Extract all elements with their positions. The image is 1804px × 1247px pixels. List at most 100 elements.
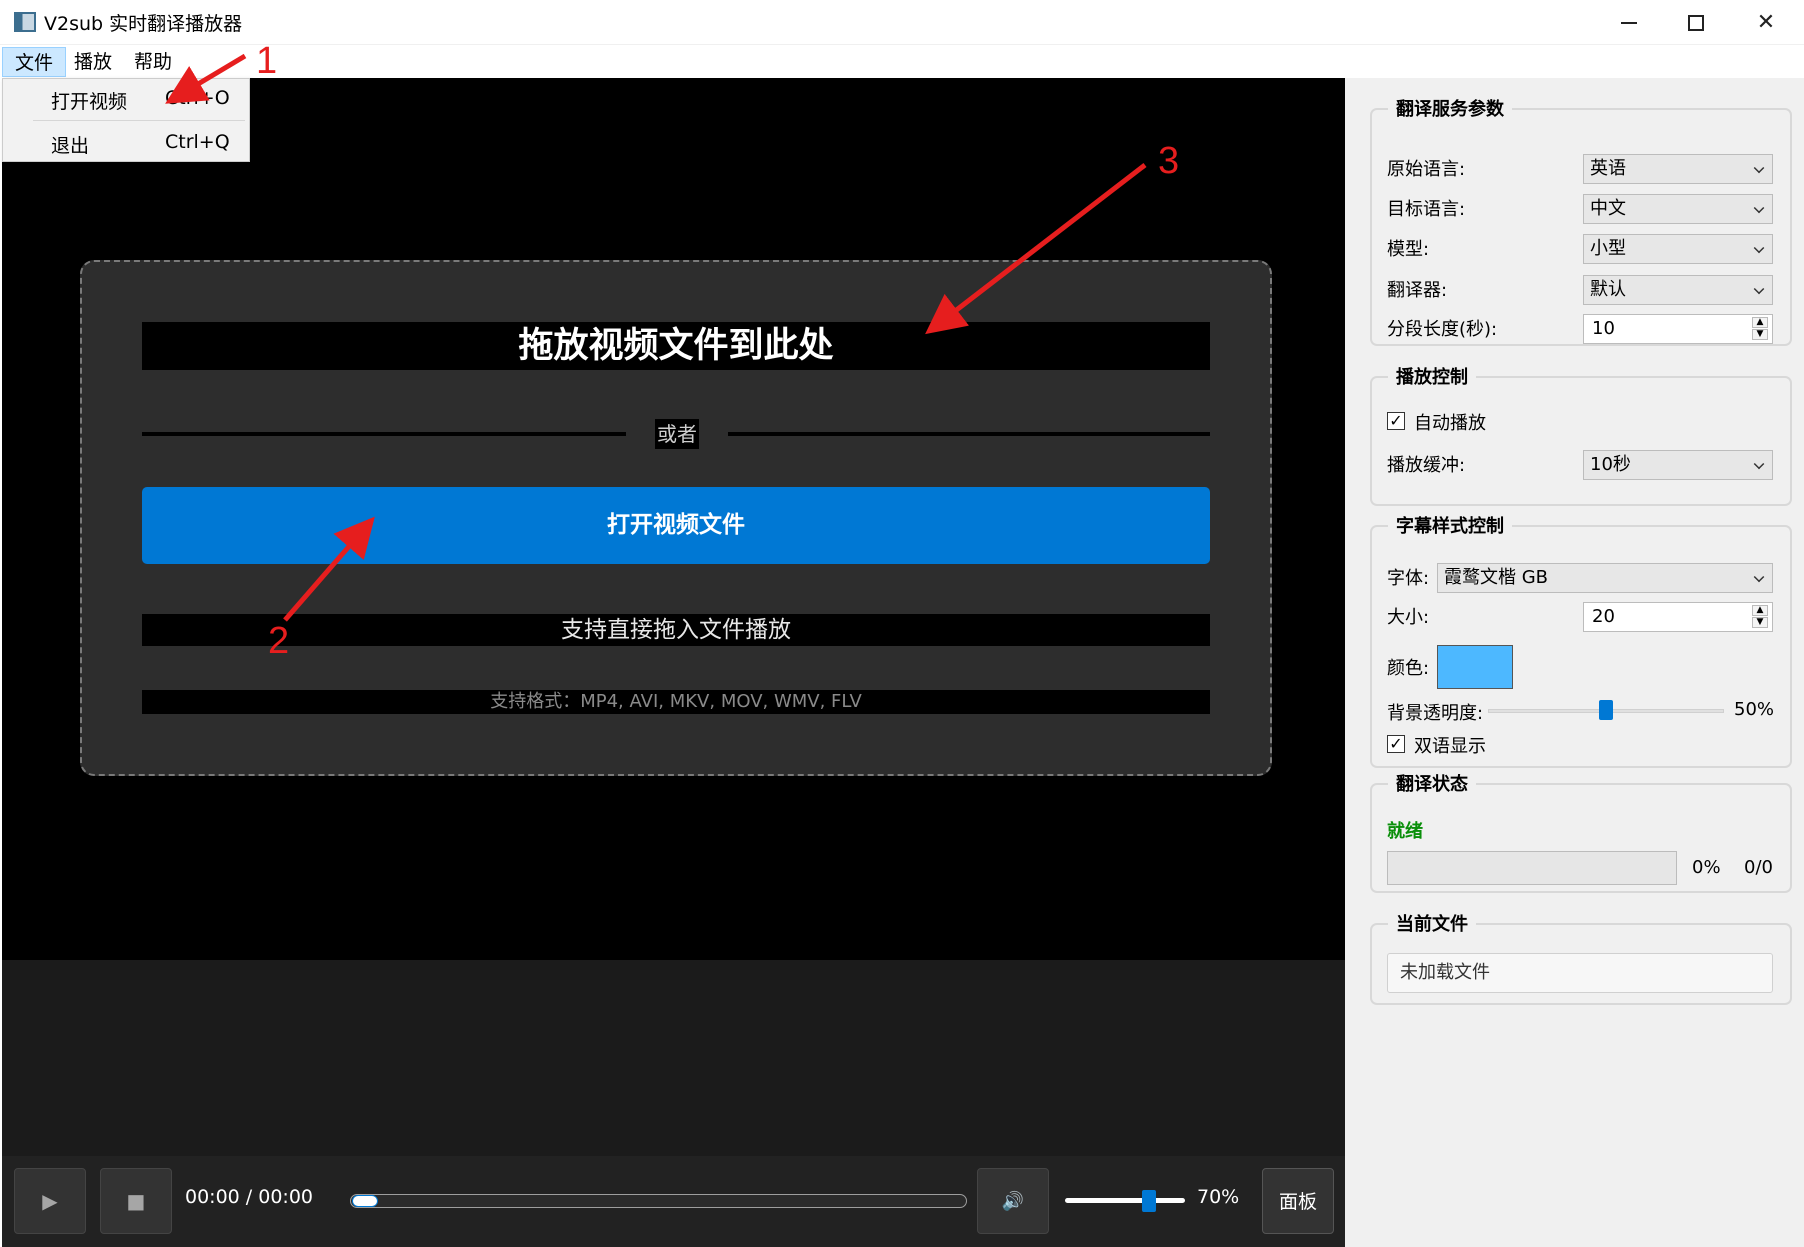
volume-button[interactable]: 🔊	[977, 1168, 1049, 1234]
title-bar: V2sub 实时翻译播放器 ✕	[0, 0, 1804, 45]
source-language-label: 原始语言:	[1387, 159, 1466, 180]
time-display: 00:00 / 00:00	[185, 1186, 313, 1208]
chevron-down-icon	[1753, 162, 1765, 174]
font-label: 字体:	[1387, 568, 1430, 589]
spin-up-icon[interactable]: ▲	[1752, 317, 1768, 328]
font-value: 霞鹜文楷 GB	[1444, 567, 1549, 588]
volume-slider[interactable]	[1065, 1198, 1185, 1203]
segment-length-label: 分段长度(秒):	[1387, 319, 1498, 340]
menu-separator	[33, 120, 245, 121]
drop-zone[interactable]: 拖放视频文件到此处 或者 打开视频文件 支持直接拖入文件播放 支持格式：MP4,…	[80, 260, 1272, 776]
video-area[interactable]: 拖放视频文件到此处 或者 打开视频文件 支持直接拖入文件播放 支持格式：MP4,…	[2, 78, 1345, 960]
status-group: 翻译状态 就绪 0% 0/0	[1370, 770, 1792, 893]
current-file-group: 当前文件 未加载文件	[1370, 910, 1792, 1005]
chevron-down-icon	[1753, 242, 1765, 254]
status-title: 翻译状态	[1388, 770, 1476, 796]
drop-title: 拖放视频文件到此处	[518, 326, 834, 366]
divider-left	[142, 432, 626, 436]
stop-icon: ■	[126, 1189, 146, 1213]
menu-exit[interactable]: 退出 Ctrl+Q	[3, 123, 249, 163]
size-value: 20	[1592, 606, 1615, 627]
bg-opacity-handle[interactable]	[1599, 700, 1613, 720]
buffer-value: 10秒	[1590, 454, 1631, 475]
playback-group: 播放控制 ✓ 自动播放 播放缓冲: 10秒	[1370, 363, 1792, 506]
bg-opacity-percent: 50%	[1734, 699, 1775, 720]
volume-handle[interactable]	[1142, 1190, 1156, 1212]
translator-label: 翻译器:	[1387, 280, 1448, 301]
window-title: V2sub 实时翻译播放器	[44, 13, 243, 35]
playback-controls: ▶ ■ 00:00 / 00:00 🔊 70% 面板	[2, 1156, 1345, 1247]
source-language-select[interactable]: 英语	[1583, 154, 1773, 184]
spin-down-icon[interactable]: ▼	[1752, 617, 1768, 628]
volume-percent: 70%	[1197, 1186, 1240, 1208]
annotation-label-3: 3	[1158, 140, 1180, 182]
autoplay-label: 自动播放	[1414, 413, 1486, 434]
font-select[interactable]: 霞鹜文楷 GB	[1437, 563, 1773, 593]
spin-arrows: ▲ ▼	[1750, 605, 1770, 629]
minimize-icon	[1621, 21, 1637, 24]
model-select[interactable]: 小型	[1583, 234, 1773, 264]
chevron-down-icon	[1753, 458, 1765, 470]
progress-percent: 0%	[1692, 857, 1721, 878]
bg-opacity-label: 背景透明度:	[1387, 703, 1484, 724]
segment-length-spinbox[interactable]: 10 ▲ ▼	[1583, 314, 1773, 344]
subtitle-style-group: 字幕样式控制 字体: 霞鹜文楷 GB 大小: 20 ▲ ▼ 颜色: 背景透明度:…	[1370, 512, 1792, 768]
settings-panel: 翻译服务参数 原始语言: 英语 目标语言: 中文 模型: 小型 翻译器: 默认 …	[1345, 78, 1804, 1247]
buffer-label: 播放缓冲:	[1387, 455, 1466, 476]
volume-icon: 🔊	[1001, 1190, 1025, 1212]
model-label: 模型:	[1387, 239, 1430, 260]
spin-up-icon[interactable]: ▲	[1752, 605, 1768, 616]
model-value: 小型	[1590, 238, 1626, 259]
current-file-title: 当前文件	[1388, 910, 1476, 936]
spin-down-icon[interactable]: ▼	[1752, 329, 1768, 340]
target-language-value: 中文	[1590, 198, 1626, 219]
progress-count: 0/0	[1744, 857, 1773, 878]
or-text: 或者	[655, 419, 699, 449]
menu-exit-label: 退出	[51, 135, 90, 157]
stop-button[interactable]: ■	[100, 1168, 172, 1234]
menu-file[interactable]: 文件	[2, 47, 67, 77]
chevron-down-icon	[1753, 202, 1765, 214]
translation-progress-bar	[1387, 851, 1677, 885]
menu-exit-shortcut: Ctrl+Q	[165, 131, 230, 153]
target-language-label: 目标语言:	[1387, 199, 1466, 220]
play-button[interactable]: ▶	[14, 1168, 86, 1234]
drag-hint: 支持直接拖入文件播放	[561, 617, 791, 643]
menu-open-video-label: 打开视频	[51, 91, 128, 113]
menu-playback[interactable]: 播放	[62, 47, 124, 77]
menu-open-video[interactable]: 打开视频 Ctrl+O	[3, 79, 249, 119]
bilingual-checkbox[interactable]: ✓	[1387, 735, 1405, 753]
spin-arrows: ▲ ▼	[1750, 317, 1770, 341]
maximize-button[interactable]	[1657, 0, 1735, 45]
panel-toggle-button[interactable]: 面板	[1262, 1168, 1334, 1234]
autoplay-checkbox[interactable]: ✓	[1387, 412, 1405, 430]
color-picker-button[interactable]	[1437, 645, 1513, 689]
status-text: 就绪	[1387, 821, 1423, 842]
source-language-value: 英语	[1590, 158, 1626, 179]
maximize-icon	[1688, 14, 1704, 31]
menu-help[interactable]: 帮助	[122, 47, 184, 77]
chevron-down-icon	[1753, 571, 1765, 583]
translation-params-group: 翻译服务参数 原始语言: 英语 目标语言: 中文 模型: 小型 翻译器: 默认 …	[1370, 95, 1792, 346]
size-spinbox[interactable]: 20 ▲ ▼	[1583, 602, 1773, 632]
color-label: 颜色:	[1387, 658, 1430, 679]
current-file-display: 未加载文件	[1387, 953, 1773, 993]
supported-formats: 支持格式：MP4, AVI, MKV, MOV, WMV, FLV	[490, 691, 862, 712]
segment-length-value: 10	[1592, 318, 1615, 339]
subtitle-area	[2, 960, 1345, 1156]
menu-open-video-shortcut: Ctrl+O	[165, 87, 230, 109]
annotation-label-1: 1	[256, 40, 278, 82]
seek-handle[interactable]	[352, 1195, 378, 1207]
translator-select[interactable]: 默认	[1583, 275, 1773, 305]
target-language-select[interactable]: 中文	[1583, 194, 1773, 224]
chevron-down-icon	[1753, 283, 1765, 295]
buffer-select[interactable]: 10秒	[1583, 450, 1773, 480]
playback-title: 播放控制	[1388, 363, 1476, 389]
translator-value: 默认	[1590, 279, 1626, 300]
translation-params-title: 翻译服务参数	[1388, 95, 1512, 121]
open-video-button[interactable]: 打开视频文件	[142, 487, 1210, 564]
size-label: 大小:	[1387, 607, 1430, 628]
seek-bar[interactable]	[350, 1194, 967, 1208]
close-button[interactable]: ✕	[1727, 0, 1804, 45]
app-logo-icon	[14, 12, 36, 32]
